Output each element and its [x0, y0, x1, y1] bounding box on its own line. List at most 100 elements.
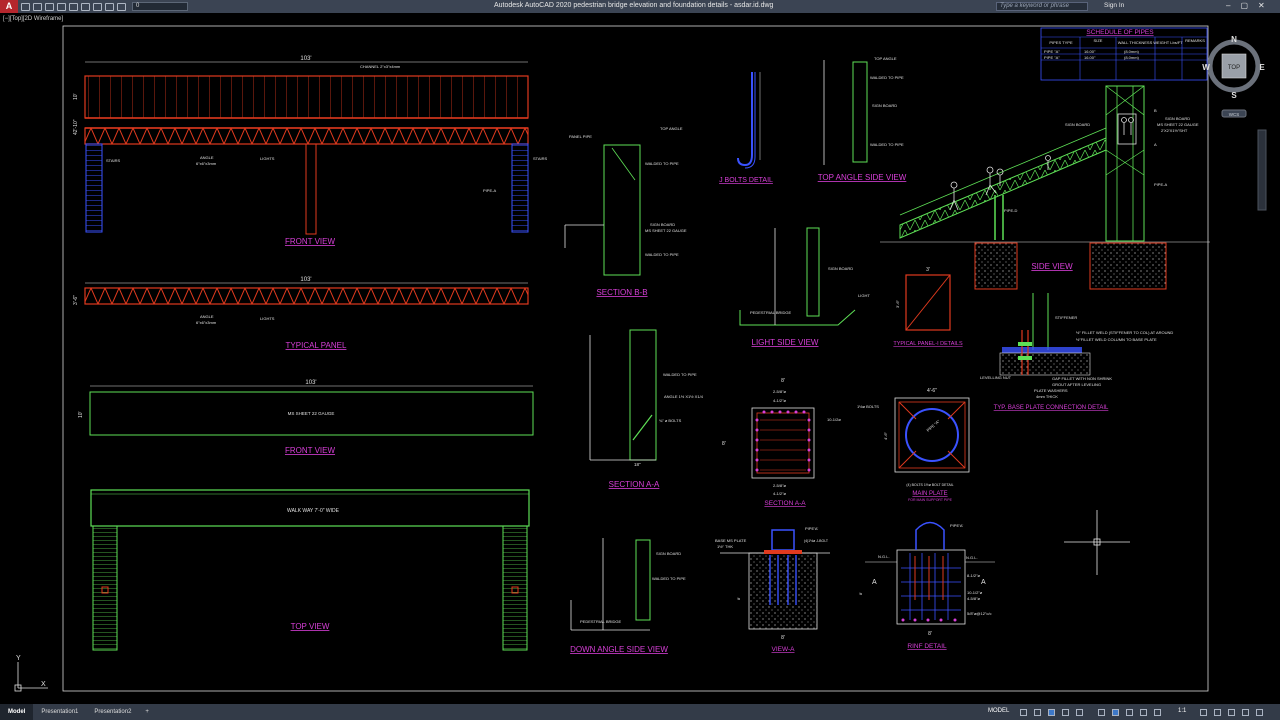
- j-bolts-detail[interactable]: J BOLTS DETAIL: [719, 72, 773, 184]
- annotation-monitor-icon[interactable]: [1214, 709, 1221, 716]
- sun-icon[interactable]: [117, 2, 126, 11]
- walded-label: WALDED TO PIPE: [652, 576, 686, 581]
- annotation-visibility-icon[interactable]: [1140, 709, 1147, 716]
- dim-height: 10': [73, 93, 79, 100]
- section-b-b[interactable]: PANEL PIPE TOP ANGLE WALDED TO PIPE SIGN…: [564, 126, 687, 297]
- front-view-top[interactable]: 103' CHANNEL 2"x3"x4mm 10' 42'-10" STAIR…: [73, 56, 547, 246]
- dim-height: 10': [78, 411, 84, 418]
- side-view[interactable]: SIGN BOARD B A SIGN BOARD MS SHEET 22 GA…: [880, 85, 1210, 290]
- stiffener-label: STIFFENER: [1055, 315, 1077, 320]
- dim-width: 8': [928, 631, 932, 637]
- drawing-canvas[interactable]: 103' CHANNEL 2"x3"x4mm 10' 42'-10" STAIR…: [0, 13, 1280, 704]
- section-aa-title: SECTION A-A: [609, 480, 660, 489]
- header-wall: WALL THICKNESS: [1118, 40, 1153, 45]
- tab-model[interactable]: Model: [0, 704, 34, 720]
- dim-height: 3'-6": [73, 295, 79, 305]
- dim-length: 103': [300, 56, 311, 62]
- tab-presentation2[interactable]: Presentation2: [86, 704, 139, 720]
- typical-panel-i-details[interactable]: 3' 3'-6" TYPICAL PANEL-I DETAILS: [893, 267, 963, 347]
- dim-d: 4-1/2"ø: [773, 491, 787, 496]
- dim-height: 4'-6": [883, 431, 888, 440]
- units-icon[interactable]: [1228, 709, 1235, 716]
- top-angle-side-view[interactable]: TOP ANGLE WALDED TO PIPE SIGN BOARD WALD…: [818, 56, 907, 182]
- polar-icon[interactable]: [1062, 709, 1069, 716]
- grid-icon[interactable]: [1020, 709, 1027, 716]
- tab-presentation1[interactable]: Presentation1: [33, 704, 86, 720]
- dim-height: 8': [736, 597, 741, 600]
- main-plate-title: MAIN PLATE: [912, 491, 947, 497]
- customization-menu-icon[interactable]: [1256, 709, 1263, 716]
- save-as-icon[interactable]: [57, 2, 66, 11]
- section-a-label: A: [1154, 142, 1157, 147]
- top-view[interactable]: WALK WAY 7'-0" WIDE TOP VIEW: [90, 489, 530, 651]
- isolate-objects-icon[interactable]: [1242, 709, 1249, 716]
- bolts-label: ¾" ø BOLTS: [659, 418, 682, 423]
- autoscale-icon[interactable]: [1154, 709, 1161, 716]
- model-space-toggle[interactable]: MODEL: [988, 708, 1009, 714]
- walded2-label: WALDED TO PIPE: [645, 252, 679, 257]
- annotation-scale[interactable]: 1:1: [1178, 708, 1186, 714]
- sign-board-label: SIGN BOARD: [828, 266, 853, 271]
- sign-board-label: SIGN BOARD: [650, 222, 675, 227]
- stairs-left-label: STAIRS: [106, 158, 120, 163]
- ngl-left: N.G.L.: [878, 554, 890, 559]
- sign-in-button[interactable]: Sign In: [1104, 2, 1124, 9]
- sheet-note: MS SHEET 22 GAUGE: [288, 411, 335, 416]
- snap-icon[interactable]: [1034, 709, 1041, 716]
- schedule-of-pipes-table[interactable]: SCHEDULE OF PIPES PIPES TYPE SIZE WALL T…: [1040, 27, 1208, 81]
- selection-cycling-icon[interactable]: [1126, 709, 1133, 716]
- section-a-left: A: [872, 579, 877, 586]
- light-side-view[interactable]: SIGN BOARD LIGHT PEDESTRIAL BRIDGE LIGHT…: [739, 227, 870, 347]
- row1-type: PIPE "A": [1044, 49, 1060, 54]
- workspace-gear-icon[interactable]: [1200, 709, 1207, 716]
- walkway-label: WALK WAY 7'-0" WIDE: [287, 508, 340, 514]
- ngl-right: N.G.L.: [966, 555, 978, 560]
- view-a[interactable]: PIPE'A' BASE MS PLATE 1½" THK (4)1½ø J-B…: [715, 526, 830, 653]
- viewcube[interactable]: TOP N S E W WCS: [1202, 35, 1265, 118]
- rinf-detail[interactable]: PIPE'A' N.G.L. N.G.L. A A 8-1/2"ø 10-1/2…: [858, 521, 995, 651]
- base-plate-title: TYP. BASE PLATE CONNECTION DETAIL: [994, 405, 1109, 411]
- undo-icon[interactable]: [69, 2, 78, 11]
- walded2-label: WALDED TO PIPE: [870, 142, 904, 147]
- save-icon[interactable]: [45, 2, 54, 11]
- j-bolts-title: J BOLTS DETAIL: [719, 177, 773, 184]
- window-controls[interactable]: –▢✕: [1226, 1, 1275, 10]
- ms-sheet-label: MS SHEET 22 GAUGE: [645, 228, 687, 233]
- navigation-bar[interactable]: [1257, 129, 1267, 211]
- compass-w: W: [1202, 63, 1210, 72]
- typical-panel[interactable]: 103' 3'-6" ANGLE 6"x6"x3mm LIGHTS TYPICA…: [73, 277, 529, 350]
- open-file-icon[interactable]: [33, 2, 42, 11]
- add-layout-button[interactable]: +: [139, 704, 155, 720]
- front-view-sheet[interactable]: 103' 10' MS SHEET 22 GAUGE FRONT VIEW: [78, 380, 534, 455]
- osnap-icon[interactable]: [1076, 709, 1083, 716]
- top-angle-side-title: TOP ANGLE SIDE VIEW: [818, 173, 907, 182]
- transparency-icon[interactable]: [1112, 709, 1119, 716]
- down-angle-side-view[interactable]: SIGN BOARD WALDED TO PIPE PEDESTRIAL BRI…: [570, 538, 686, 654]
- lineweight-icon[interactable]: [1098, 709, 1105, 716]
- redo-icon[interactable]: [81, 2, 90, 11]
- washers-label: PLATE WASHERS: [1034, 388, 1068, 393]
- j-bolt-label: (4)1½ø J-BOLT: [804, 539, 829, 543]
- thk-label: 1½" THK: [717, 544, 733, 549]
- section-a-a[interactable]: WALDED TO PIPE ANGLE 1½ X1½ X1/4 ¾" ø BO…: [589, 329, 704, 489]
- svg-text:Y: Y: [16, 655, 21, 662]
- new-file-icon[interactable]: [21, 2, 30, 11]
- lightbulb-icon[interactable]: [105, 2, 114, 11]
- section-a-a-plate[interactable]: 8' 2-5/8"ø 4-1/2"ø 10-1/2ø 8' 2-5/8"ø 4-…: [722, 378, 841, 507]
- sign-board-label: SIGN BOARD: [1065, 122, 1090, 127]
- layer-dropdown[interactable]: 0: [132, 2, 188, 11]
- typical-panel-detail-title: TYPICAL PANEL-I DETAILS: [893, 341, 963, 347]
- search-input[interactable]: Type a keyword or phrase: [996, 2, 1088, 11]
- front-view-sheet-title: FRONT VIEW: [285, 446, 336, 455]
- walded-label: WALDED TO PIPE: [870, 75, 904, 80]
- viewcube-top-label: TOP: [1228, 65, 1240, 71]
- base-plate-connection[interactable]: STIFFENER ½" FILLET WELD (STIFFENER TO C…: [980, 293, 1173, 411]
- dim-top: 8': [781, 378, 785, 384]
- plot-icon[interactable]: [93, 2, 102, 11]
- typical-panel-title: TYPICAL PANEL: [286, 341, 347, 350]
- leveling-nut-label: LEVELLING NUT: [980, 375, 1012, 380]
- ortho-icon[interactable]: [1048, 709, 1055, 716]
- autocad-logo-button[interactable]: A: [0, 0, 18, 13]
- grout-label: GROUT AFTER LEVELING: [1052, 382, 1101, 387]
- main-plate[interactable]: 4'-6" 4'-6" 1½ø BOLTS PIPE "A" (4) BOLTS…: [857, 388, 970, 502]
